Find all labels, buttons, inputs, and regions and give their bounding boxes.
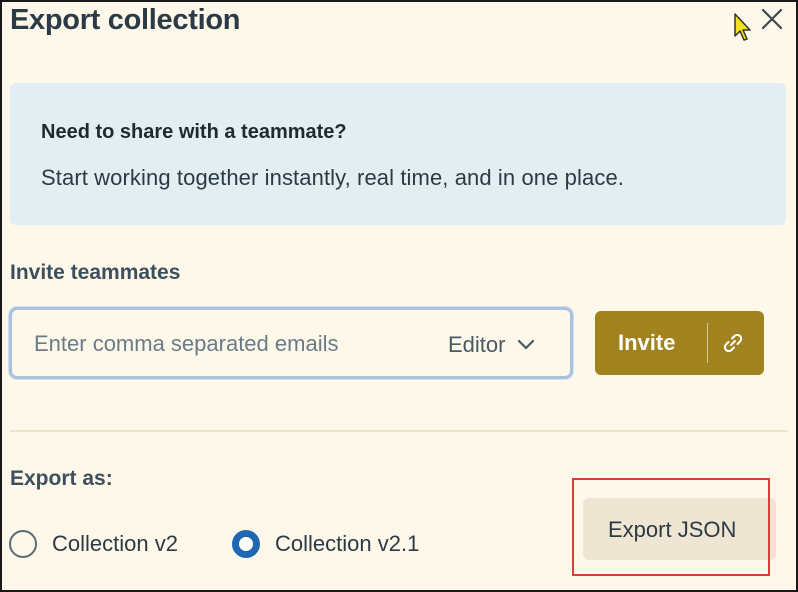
share-banner-text: Start working together instantly, real t… bbox=[41, 165, 624, 190]
share-banner-heading: Need to share with a teammate? bbox=[41, 121, 347, 143]
radio-button-unchecked[interactable] bbox=[9, 530, 37, 558]
export-collection-dialog: Export collection Need to share with a t… bbox=[0, 0, 798, 592]
close-icon[interactable] bbox=[759, 6, 785, 32]
radio-collection-v2-1[interactable]: Collection v2.1 bbox=[232, 530, 419, 558]
share-banner: Need to share with a teammate? Start wor… bbox=[10, 83, 786, 225]
link-icon[interactable] bbox=[721, 331, 745, 355]
export-as-label: Export as: bbox=[10, 467, 113, 490]
invite-button[interactable]: Invite bbox=[595, 311, 764, 375]
invite-button-label: Invite bbox=[618, 330, 676, 355]
export-json-button-label: Export JSON bbox=[608, 517, 737, 542]
role-select-value: Editor bbox=[448, 332, 506, 357]
radio-collection-v2[interactable]: Collection v2 bbox=[9, 530, 178, 558]
export-json-button[interactable]: Export JSON bbox=[583, 498, 776, 560]
invite-button-divider bbox=[707, 323, 708, 363]
chevron-down-icon bbox=[518, 339, 535, 350]
email-input[interactable] bbox=[34, 330, 414, 358]
radio-label: Collection v2 bbox=[52, 531, 178, 556]
section-divider bbox=[10, 430, 788, 432]
radio-label: Collection v2.1 bbox=[275, 531, 420, 556]
mouse-cursor-icon bbox=[734, 13, 751, 41]
email-field: Editor bbox=[9, 307, 573, 379]
radio-button-checked[interactable] bbox=[232, 530, 260, 558]
invite-teammates-label: Invite teammates bbox=[10, 261, 181, 284]
dialog-title: Export collection bbox=[10, 4, 241, 36]
role-select[interactable]: Editor bbox=[448, 330, 535, 360]
